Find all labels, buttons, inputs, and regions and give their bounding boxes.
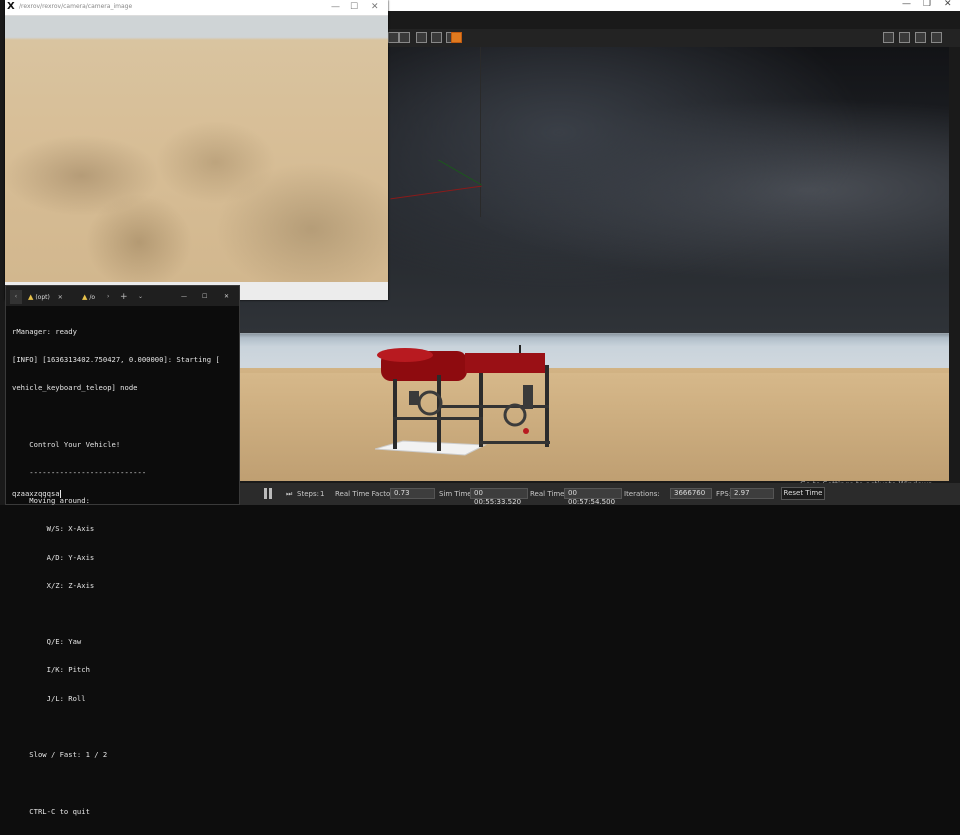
terminal-line: Slow / Fast: 1 / 2 — [12, 750, 108, 760]
fps-value: 2.97 — [730, 488, 774, 499]
maximize-button[interactable]: ❐ — [923, 0, 931, 9]
rtf-label: Real Time Factor: — [335, 490, 396, 498]
minimize-button[interactable]: — — [902, 0, 911, 9]
terminal-maximize-button[interactable]: ☐ — [202, 290, 207, 304]
terminal-input-line[interactable]: qzaaxzqqqsa — [12, 489, 61, 498]
warning-icon: ▲ — [28, 293, 34, 301]
x-server-logo-icon: X — [7, 1, 15, 12]
rotate-icon[interactable] — [416, 32, 427, 43]
terminal-window: ‹ ▲ (opt) ✕ ▲ /o › + ⌄ — ☐ ✕ rManager: r… — [5, 285, 240, 816]
tab-scroll-right-icon[interactable]: › — [107, 290, 109, 304]
terminal-line: X/Z: Z-Axis — [12, 580, 95, 590]
fps-label: FPS: — [716, 490, 732, 498]
plot-icon[interactable] — [915, 32, 926, 43]
camera-image-window: X /rexrov/rexrov/camera/camera_image — ☐… — [5, 0, 388, 300]
camera-close-button[interactable]: ✕ — [371, 2, 379, 12]
terminal-line: Q/E: Yaw — [12, 637, 82, 647]
rtf-value: 0.73 — [390, 488, 435, 499]
real-time-value: 00 00:57:54.500 — [564, 488, 622, 506]
terminal-tab-bar: ‹ ▲ (opt) ✕ ▲ /o › + ⌄ — ☐ ✕ — [6, 286, 239, 306]
tab-o[interactable]: ▲ /o — [82, 290, 110, 304]
real-time-label: Real Time: — [530, 490, 567, 498]
reset-time-button[interactable]: Reset Time — [781, 487, 825, 500]
sea-floor — [240, 372, 949, 481]
gazebo-toolbar — [388, 29, 960, 47]
terminal-line: W/S: X-Axis — [12, 524, 95, 534]
terminal-line: rManager: ready — [12, 326, 77, 336]
terminal-line: CTRL-C to quit — [12, 806, 90, 816]
terminal-line: vehicle_keyboard_teleop] node — [12, 383, 138, 393]
camera-icon[interactable] — [883, 32, 894, 43]
iterations-value: 3666760 — [670, 488, 712, 499]
scale-icon[interactable] — [431, 32, 442, 43]
terminal-minimize-button[interactable]: — — [181, 290, 187, 304]
rexrov-vehicle[interactable] — [374, 345, 565, 465]
select-icon[interactable] — [388, 32, 399, 43]
steps-label: Steps: — [297, 490, 319, 498]
horizon — [240, 333, 949, 335]
sim-time-label: Sim Time: — [439, 490, 474, 498]
terminal-line: I/K: Pitch — [12, 665, 90, 675]
z-axis-line — [480, 47, 481, 217]
tab-close-icon[interactable]: ✕ — [58, 294, 63, 301]
tab-label: /o — [89, 294, 96, 301]
iterations-label: Iterations: — [624, 490, 660, 498]
camera-maximize-button[interactable]: ☐ — [350, 2, 358, 12]
log-icon[interactable] — [899, 32, 910, 43]
terminal-line: --------------------------- — [12, 467, 147, 477]
terminal-input-text: qzaaxzqqqsa — [12, 489, 60, 498]
steps-icon[interactable]: ⏭ — [286, 490, 292, 499]
camera-feed-image — [5, 16, 388, 282]
warning-icon: ▲ — [82, 293, 88, 301]
video-icon[interactable] — [931, 32, 942, 43]
close-button[interactable]: ✕ — [944, 0, 952, 9]
terminal-output: rManager: ready [INFO] [1636313402.75042… — [12, 308, 237, 835]
terminal-line: J/L: Roll — [12, 693, 86, 703]
tab-opt[interactable]: ▲ (opt) ✕ — [28, 290, 76, 304]
terminal-line: Control Your Vehicle! — [12, 439, 121, 449]
sim-time-value: 00 00:55:33.520 — [470, 488, 528, 506]
terminal-line: [INFO] [1636313402.750427, 0.000000]: St… — [12, 355, 220, 365]
pause-icon[interactable] — [264, 488, 273, 499]
terminal-close-button[interactable]: ✕ — [224, 290, 229, 304]
new-tab-icon[interactable]: + — [120, 290, 128, 304]
simulation-status-bar: ⏭ Steps: 1 Real Time Factor: 0.73 Sim Ti… — [240, 483, 960, 506]
tab-label: (opt) — [35, 294, 50, 301]
steps-value[interactable]: 1 — [320, 490, 324, 498]
gazebo-titlebar: — ❐ ✕ — [388, 0, 960, 11]
translate-icon[interactable] — [399, 32, 410, 43]
camera-window-titlebar[interactable]: X /rexrov/rexrov/camera/camera_image — ☐… — [5, 0, 388, 16]
tab-scroll-left-icon[interactable]: ‹ — [10, 290, 22, 304]
dropdown-chevron-icon[interactable]: ⌄ — [138, 290, 143, 304]
text-cursor — [59, 490, 61, 498]
camera-window-title: /rexrov/rexrov/camera/camera_image — [19, 3, 133, 10]
rov-model — [374, 345, 550, 456]
terminal-line: A/D: Y-Axis — [12, 552, 95, 562]
camera-minimize-button[interactable]: — — [331, 2, 340, 12]
box-icon[interactable] — [451, 32, 462, 43]
